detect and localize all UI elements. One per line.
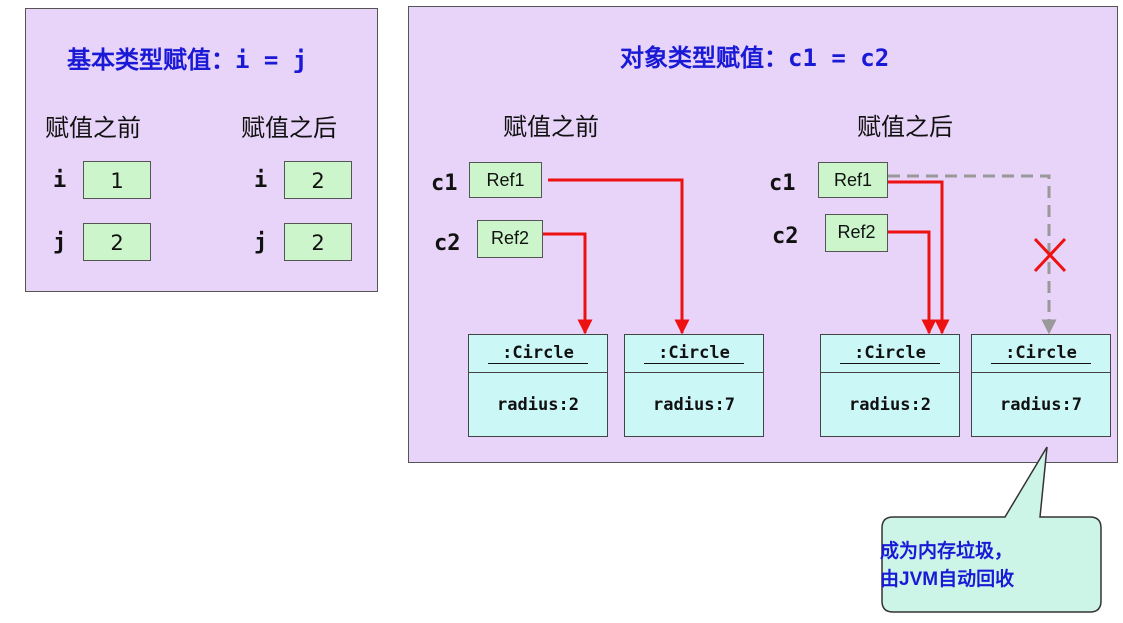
object-class-name: :Circle	[821, 335, 959, 372]
var-c1-after-name: c1	[769, 171, 796, 196]
object-class-name: :Circle	[625, 335, 763, 372]
arrow-after-broken-link	[888, 174, 1057, 335]
callout-line-1: 成为内存垃圾，	[880, 540, 1014, 562]
arrow-before-ref2	[543, 232, 593, 335]
callout-line-2: 由JVM自动回收	[880, 568, 1015, 590]
ref2-after-box: Ref2	[825, 214, 888, 252]
ref1-after-box: Ref1	[818, 162, 888, 198]
ref1-before-box: Ref1	[469, 162, 542, 198]
arrow-after-ref1	[888, 180, 950, 335]
circle-object-before-1: :Circle radius:2	[468, 334, 608, 437]
ref2-before-box: Ref2	[477, 220, 543, 258]
circle-object-before-2: :Circle radius:7	[624, 334, 764, 437]
arrow-after-ref2	[888, 230, 937, 335]
circle-object-after-2: :Circle radius:7	[971, 334, 1111, 437]
object-attribute: radius:7	[1000, 395, 1082, 415]
garbage-collection-callout: 成为内存垃圾， 由JVM自动回收	[880, 537, 1095, 594]
circle-object-after-1: :Circle radius:2	[820, 334, 960, 437]
var-c2-before-name: c2	[434, 231, 461, 256]
object-attribute: radius:2	[849, 395, 931, 415]
object-attribute: radius:7	[653, 395, 735, 415]
var-c2-after-name: c2	[772, 224, 799, 249]
object-class-name: :Circle	[469, 335, 607, 372]
object-attribute: radius:2	[497, 395, 579, 415]
reference-arrows	[543, 174, 1102, 613]
arrow-before-ref1	[548, 178, 690, 335]
object-class-name: :Circle	[972, 335, 1110, 372]
var-c1-before-name: c1	[431, 171, 458, 196]
